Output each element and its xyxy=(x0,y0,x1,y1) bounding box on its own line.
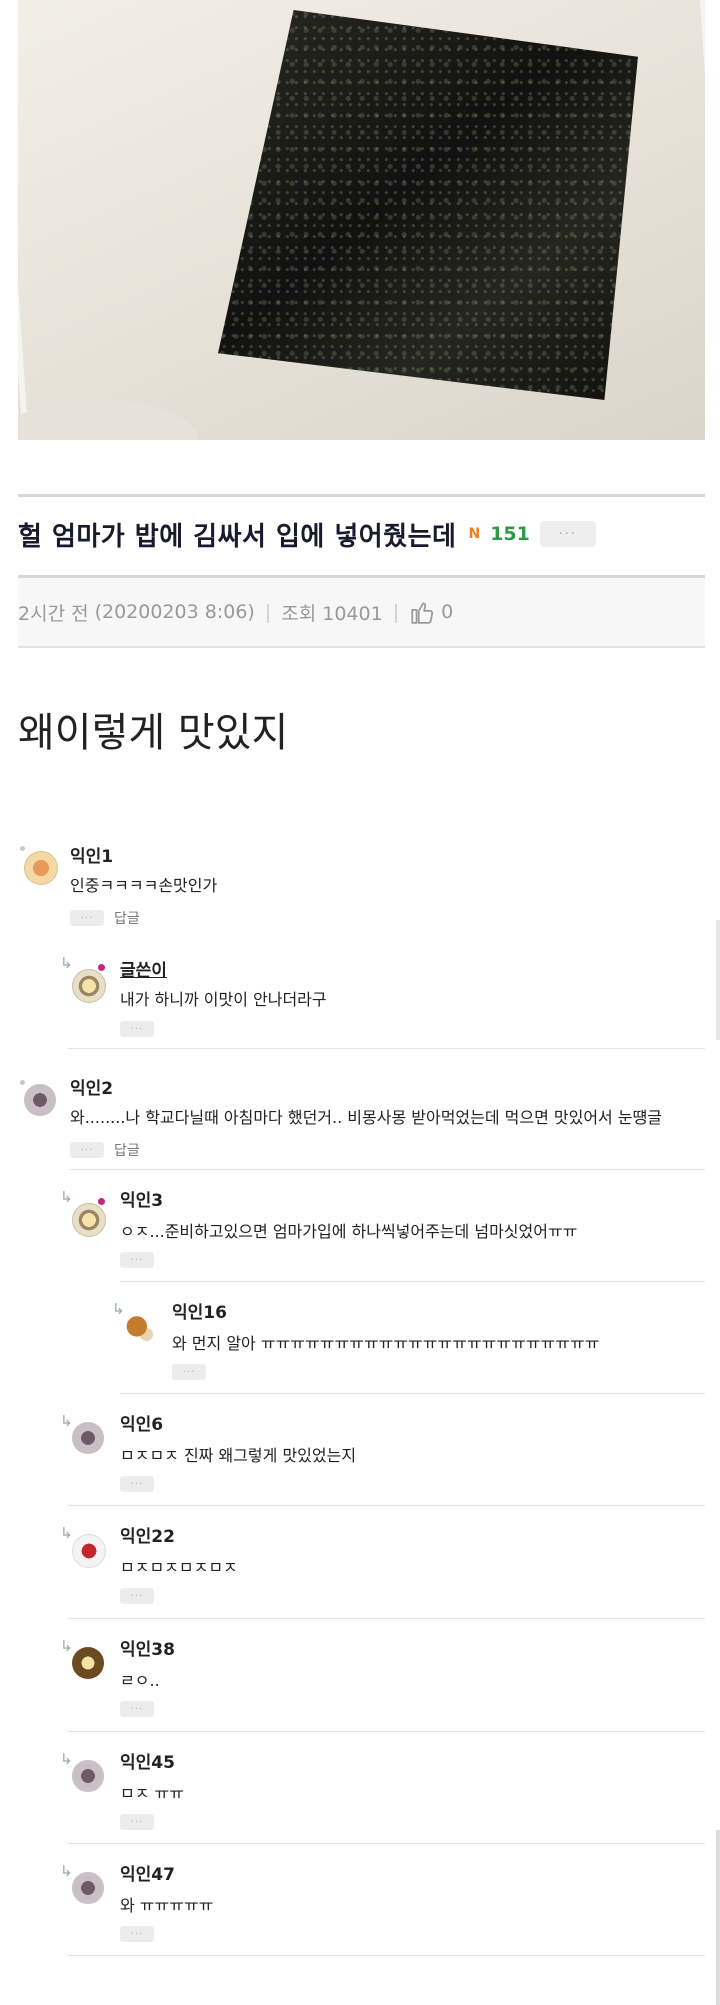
comment-text: 와 ㅠㅠㅠㅠㅠ xyxy=(120,1896,214,1915)
divider-top xyxy=(18,494,705,497)
laver-shape xyxy=(218,10,638,400)
comment-reply-item: ↳ 익인47 와 ㅠㅠㅠㅠㅠ ··· xyxy=(60,1844,705,1956)
comment-text: ㄹㅇ.. xyxy=(120,1671,160,1690)
avatar[interactable] xyxy=(72,1534,106,1568)
comment-more-button[interactable]: ··· xyxy=(120,1814,154,1830)
comment-more-button[interactable]: ··· xyxy=(120,1252,154,1268)
avatar[interactable] xyxy=(24,1084,56,1116)
reply-arrow-icon: ↳ xyxy=(60,1637,73,1655)
comment-more-button[interactable]: ··· xyxy=(120,1588,154,1604)
comment-divider xyxy=(68,1048,705,1049)
reply-button[interactable]: 답글 xyxy=(114,1140,140,1160)
meta-separator: | xyxy=(264,601,272,623)
scrollbar-thumb[interactable] xyxy=(716,1830,720,2005)
comment-text: ㅇㅈ...준비하고있으면 엄마가입에 하나씩넣어주는데 넘마싯었어ㅠㅠ xyxy=(120,1222,578,1241)
comment-count[interactable]: 151 xyxy=(490,523,530,545)
comment-marker xyxy=(20,846,25,851)
reply-arrow-icon: ↳ xyxy=(60,954,73,972)
reply-button[interactable]: 답글 xyxy=(114,908,140,928)
time-ago: 2시간 전 xyxy=(18,602,89,625)
post-datetime: (20200203 8:06) xyxy=(94,601,255,623)
comment-reply-item: ↳ 익인16 와 먼지 알아 ㅠㅠㅠㅠㅠㅠㅠㅠㅠㅠㅠㅠㅠㅠㅠㅠㅠㅠㅠㅠㅠㅠㅠ ·… xyxy=(112,1282,705,1394)
comment-text: 와........나 학교다닐때 아침마다 했던거.. 비몽사몽 받아먹었는데 … xyxy=(70,1108,663,1127)
avatar[interactable] xyxy=(24,851,58,885)
avatar[interactable] xyxy=(72,1760,104,1792)
comment-author[interactable]: 익인47 xyxy=(120,1860,175,1885)
avatar[interactable] xyxy=(72,1203,106,1237)
post-body: 왜이렇게 맛있지 xyxy=(18,710,289,756)
comment-text: 인중ㅋㅋㅋㅋ손맛인가 xyxy=(70,876,218,895)
avatar[interactable] xyxy=(72,1422,104,1454)
comment-divider xyxy=(68,1955,705,1956)
writer-badge xyxy=(98,1198,105,1205)
reply-arrow-icon: ↳ xyxy=(60,1412,73,1430)
comment-author[interactable]: 익인16 xyxy=(172,1298,227,1323)
comment-reply-item: ↳ 익인22 ㅁㅈㅁㅈㅁㅈㅁㅈ ··· xyxy=(60,1506,705,1619)
new-badge: N xyxy=(468,526,481,542)
post-more-button[interactable]: ··· xyxy=(539,521,596,547)
comment-more-button[interactable]: ··· xyxy=(120,1926,154,1942)
comment-actions: ··· xyxy=(120,1814,164,1830)
comment-reply-item: ↳ 익인38 ㄹㅇ.. ··· xyxy=(60,1619,705,1732)
comment-more-button[interactable]: ··· xyxy=(120,1021,154,1037)
comment-author[interactable]: 익인1 xyxy=(70,842,113,867)
comment-author[interactable]: 익인3 xyxy=(120,1186,163,1211)
view-count: 조회 10401 xyxy=(281,602,383,625)
comment-text: ㅁㅈ ㅠㅠ xyxy=(120,1784,184,1803)
divider-bottom xyxy=(18,646,705,648)
comment-author[interactable]: 익인38 xyxy=(120,1635,175,1660)
writer-badge xyxy=(98,964,105,971)
comment-actions: ··· xyxy=(172,1364,216,1380)
comment-text: 내가 하니까 이맛이 안나더라구 xyxy=(120,990,327,1009)
comment-author[interactable]: 익인6 xyxy=(120,1410,163,1435)
comment-marker xyxy=(20,1080,25,1085)
comment-actions: ··· xyxy=(120,1588,164,1604)
comment-reply-item: ↳ 익인45 ㅁㅈ ㅠㅠ ··· xyxy=(60,1732,705,1844)
title-row: 헐 엄마가 밥에 김싸서 입에 넣어줬는데 N 151 ··· xyxy=(18,514,705,554)
comment-author[interactable]: 익인2 xyxy=(70,1074,113,1099)
avatar[interactable] xyxy=(72,1647,104,1679)
comment-text: 와 먼지 알아 ㅠㅠㅠㅠㅠㅠㅠㅠㅠㅠㅠㅠㅠㅠㅠㅠㅠㅠㅠㅠㅠㅠㅠ xyxy=(172,1334,600,1353)
comment-actions: ··· 답글 xyxy=(70,1140,140,1160)
comment-more-button[interactable]: ··· xyxy=(120,1701,154,1717)
meta-separator: | xyxy=(392,601,400,623)
comment-item: 익인1 인중ㅋㅋㅋㅋ손맛인가 ··· 답글 xyxy=(18,836,705,936)
avatar[interactable] xyxy=(72,969,106,1003)
comment-actions: ··· xyxy=(120,1476,164,1492)
comment-reply-item: ↳ 익인6 ㅁㅈㅁㅈ 진짜 왜그렇게 맛있었는지 ··· xyxy=(60,1394,705,1506)
avatar[interactable] xyxy=(124,1312,156,1344)
comment-more-button[interactable]: ··· xyxy=(172,1364,206,1380)
comment-more-button[interactable]: ··· xyxy=(120,1476,154,1492)
avatar[interactable] xyxy=(72,1872,104,1904)
post-photo xyxy=(18,0,705,440)
reply-arrow-icon: ↳ xyxy=(60,1524,73,1542)
thumbs-up-icon[interactable] xyxy=(409,599,435,625)
like-count: 0 xyxy=(441,601,454,623)
comment-actions: ··· 답글 xyxy=(70,908,140,928)
comment-more-button[interactable]: ··· xyxy=(70,1142,104,1158)
scrollbar-track[interactable] xyxy=(716,920,720,1040)
comment-actions: ··· xyxy=(120,1926,164,1942)
comment-more-button[interactable]: ··· xyxy=(70,910,104,926)
reply-arrow-icon: ↳ xyxy=(60,1750,73,1768)
comment-reply-item: ↳ 글쓴이 내가 하니까 이맛이 안나더라구 ··· xyxy=(60,936,705,1049)
comment-reply-item: ↳ 익인3 ㅇㅈ...준비하고있으면 엄마가입에 하나씩넣어주는데 넘마싯었어ㅠ… xyxy=(60,1170,705,1282)
comment-text: ㅁㅈㅁㅈ 진짜 왜그렇게 맛있었는지 xyxy=(120,1446,357,1465)
reply-arrow-icon: ↳ xyxy=(60,1862,73,1880)
post-meta: 2시간 전 (20200203 8:06) | 조회 10401 | 0 xyxy=(18,578,705,646)
reply-arrow-icon: ↳ xyxy=(112,1300,125,1318)
comment-actions: ··· xyxy=(120,1252,164,1268)
comment-author[interactable]: 익인45 xyxy=(120,1748,175,1773)
comment-author[interactable]: 익인22 xyxy=(120,1522,175,1547)
comment-actions: ··· xyxy=(120,1021,164,1037)
comment-author[interactable]: 글쓴이 xyxy=(120,956,167,981)
post-container: 헐 엄마가 밥에 김싸서 입에 넣어줬는데 N 151 ··· 2시간 전 (2… xyxy=(18,0,705,1956)
reply-arrow-icon: ↳ xyxy=(60,1188,73,1206)
comment-text: ㅁㅈㅁㅈㅁㅈㅁㅈ xyxy=(120,1558,238,1577)
comment-actions: ··· xyxy=(120,1701,164,1717)
comment-item: 익인2 와........나 학교다닐때 아침마다 했던거.. 비몽사몽 받아먹… xyxy=(18,1062,705,1170)
post-title: 헐 엄마가 밥에 김싸서 입에 넣어줬는데 xyxy=(18,521,457,552)
